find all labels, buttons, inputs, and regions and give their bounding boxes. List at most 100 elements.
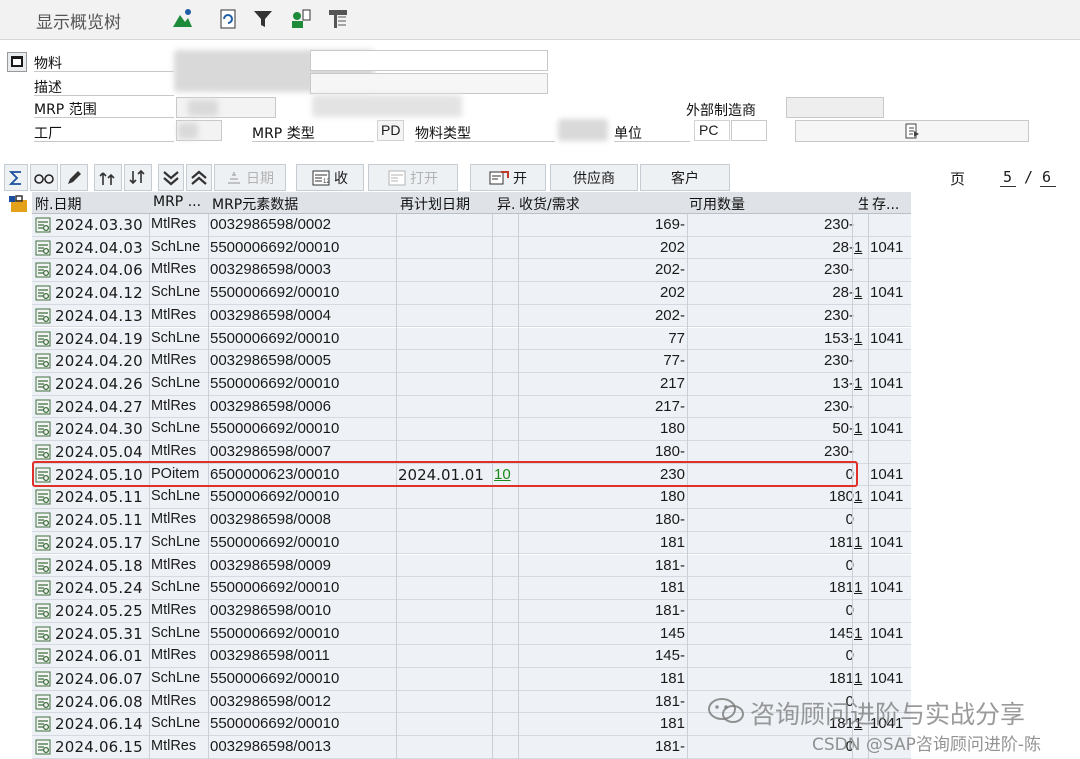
refresh-icon[interactable] (216, 7, 240, 31)
row-mrp-element-data: 0032986598/0010 (210, 601, 331, 619)
col-mrp-element-data[interactable]: MRP元素数据 (212, 194, 298, 214)
row-detail-icon[interactable] (35, 648, 51, 664)
col-date[interactable]: 附.日期 (35, 194, 81, 214)
row-flag[interactable]: 1 (854, 534, 862, 551)
row-detail-icon[interactable] (35, 580, 51, 596)
col-exception[interactable]: 异. (497, 194, 515, 214)
row-detail-icon[interactable] (35, 376, 51, 392)
vendor-button[interactable]: 供应商 (550, 164, 638, 191)
row-rec-req: 181 (659, 715, 685, 733)
row-detail-icon[interactable] (35, 739, 51, 755)
row-flag[interactable]: 1 (854, 670, 862, 687)
view-button[interactable] (30, 164, 58, 191)
row-detail-icon[interactable] (35, 331, 51, 347)
receipts-button[interactable]: 12 收 (296, 164, 364, 191)
row-detail-icon[interactable] (35, 217, 51, 233)
customer-button[interactable]: 客户 (640, 164, 730, 191)
row-detail-icon[interactable] (35, 353, 51, 369)
edit-button[interactable] (60, 164, 88, 191)
row-detail-icon[interactable] (35, 535, 51, 551)
page-current[interactable]: 5 (1003, 168, 1012, 186)
mrp-type-field[interactable]: PD (377, 120, 405, 141)
external-mfr-field[interactable] (786, 97, 884, 118)
table-row[interactable]: 2024.05.31 SchLne 5500006692/00010 145 145 1 1… (32, 622, 911, 646)
row-available: 0 (845, 601, 854, 619)
table-row[interactable]: 2024.05.18 MtlRes 0032986598/0009 181- 0 (32, 554, 911, 578)
table-row[interactable]: 2024.06.07 SchLne 5500006692/00010 181 181 1 1… (32, 668, 911, 691)
table-row[interactable]: 2024.03.30 MtlRes 0032986598/0002 169- 230- (32, 214, 911, 237)
open2-button[interactable]: 开 (470, 164, 546, 191)
row-detail-icon[interactable] (35, 262, 51, 278)
table-row[interactable]: 2024.04.13 MtlRes 0032986598/0004 202- 230- (32, 304, 911, 328)
table-row[interactable]: 2024.04.19 SchLne 5500006692/00010 77 153- 1 1… (32, 327, 911, 351)
row-detail-icon[interactable] (35, 671, 51, 687)
row-detail-icon[interactable] (35, 444, 51, 460)
table-row[interactable]: 2024.04.12 SchLne 5500006692/00010 202 28- 1 1… (32, 282, 911, 305)
table-row[interactable]: 2024.06.01 MtlRes 0032986598/0011 145- 0 (32, 645, 911, 668)
table-row[interactable]: 2024.05.11 SchLne 5500006692/00010 180 180 1 1… (32, 486, 911, 510)
table-row[interactable]: 2024.05.25 MtlRes 0032986598/0010 181- 0 (32, 599, 911, 623)
row-detail-icon[interactable] (35, 285, 51, 301)
row-detail-icon[interactable] (35, 626, 51, 642)
row-available: 230- (823, 216, 854, 233)
row-flag[interactable]: 1 (854, 375, 862, 392)
row-detail-icon[interactable] (35, 308, 51, 324)
expand-tree-button[interactable] (94, 164, 122, 191)
table-row[interactable]: 2024.04.20 MtlRes 0032986598/0005 77- 230- (32, 350, 911, 373)
row-detail-icon[interactable] (35, 694, 51, 710)
row-rec-req: 202 (659, 238, 685, 256)
table-row[interactable]: 2024.05.11 MtlRes 0032986598/0008 180- 0 (32, 509, 911, 532)
user-icon[interactable] (289, 7, 313, 31)
row-flag[interactable]: 1 (854, 625, 862, 642)
table-row[interactable]: 2024.04.26 SchLne 5500006692/00010 217 13- 1 1… (32, 372, 911, 396)
row-detail-icon[interactable] (35, 399, 51, 415)
unit-extra-field[interactable] (731, 120, 767, 141)
row-detail-icon[interactable] (35, 240, 51, 256)
material-field[interactable] (310, 50, 548, 71)
row-mrp-element: MtlRes (151, 216, 197, 232)
row-flag[interactable]: 1 (854, 284, 862, 301)
row-detail-icon[interactable] (35, 716, 51, 732)
table-row[interactable]: 2024.04.03 SchLne 5500006692/00010 202 28- 1 1… (32, 236, 911, 260)
col-mrp-element[interactable]: MRP ... (153, 194, 208, 210)
scroll-up-button[interactable] (186, 164, 212, 191)
row-detail-icon[interactable] (35, 512, 51, 528)
row-flag[interactable]: 1 (854, 239, 862, 256)
sum-button[interactable] (4, 164, 28, 191)
col-reschedule-date[interactable]: 再计划日期 (400, 194, 470, 214)
table-row[interactable]: 2024.05.24 SchLne 5500006692/00010 181 181 1 1… (32, 577, 911, 600)
hierarchy-icon[interactable] (170, 7, 194, 31)
detail-button[interactable] (795, 120, 1029, 142)
collapse-header-icon[interactable] (7, 52, 27, 72)
table-row[interactable]: 2024.04.27 MtlRes 0032986598/0006 217- 230- (32, 395, 911, 419)
col-storage[interactable]: 存... (872, 194, 899, 214)
row-mrp-element: MtlRes (151, 397, 197, 414)
date-button[interactable]: 日期 (214, 164, 286, 191)
table-row[interactable]: 2024.04.30 SchLne 5500006692/00010 180 50- 1 1… (32, 418, 911, 441)
table-row[interactable]: 2024.05.17 SchLne 5500006692/00010 181 181 1 1… (32, 531, 911, 555)
bag-icon[interactable] (9, 193, 29, 213)
row-storage: 1041 (870, 533, 904, 551)
scroll-down-button[interactable] (158, 164, 184, 191)
row-detail-icon[interactable] (35, 603, 51, 619)
col-available[interactable]: 可用数量 (689, 194, 745, 214)
row-detail-icon[interactable] (35, 558, 51, 574)
row-flag[interactable]: 1 (854, 488, 862, 505)
row-detail-icon[interactable] (35, 489, 51, 505)
row-flag[interactable]: 1 (854, 420, 862, 437)
row-flag[interactable]: 1 (854, 330, 862, 347)
unit-field[interactable]: PC (694, 120, 730, 141)
collapse-tree-button[interactable] (124, 164, 152, 191)
row-available: 230- (823, 306, 854, 324)
col-flag[interactable]: 生 (858, 194, 868, 214)
tree-collapse-icon (129, 169, 145, 184)
open-button[interactable]: 打开 (368, 164, 458, 191)
col-rec-req[interactable]: 收货/需求 (519, 194, 580, 214)
row-flag[interactable]: 1 (854, 579, 862, 596)
row-date: 2024.06.01 (55, 647, 143, 666)
filter-icon[interactable] (251, 7, 275, 31)
table-row[interactable]: 2024.04.06 MtlRes 0032986598/0003 202- 230- (32, 259, 911, 283)
print-layout-icon[interactable] (326, 7, 350, 31)
table-row[interactable]: 2024.06.15 MtlRes 0032986598/0013 181- 0 (32, 736, 911, 759)
row-detail-icon[interactable] (35, 421, 51, 437)
